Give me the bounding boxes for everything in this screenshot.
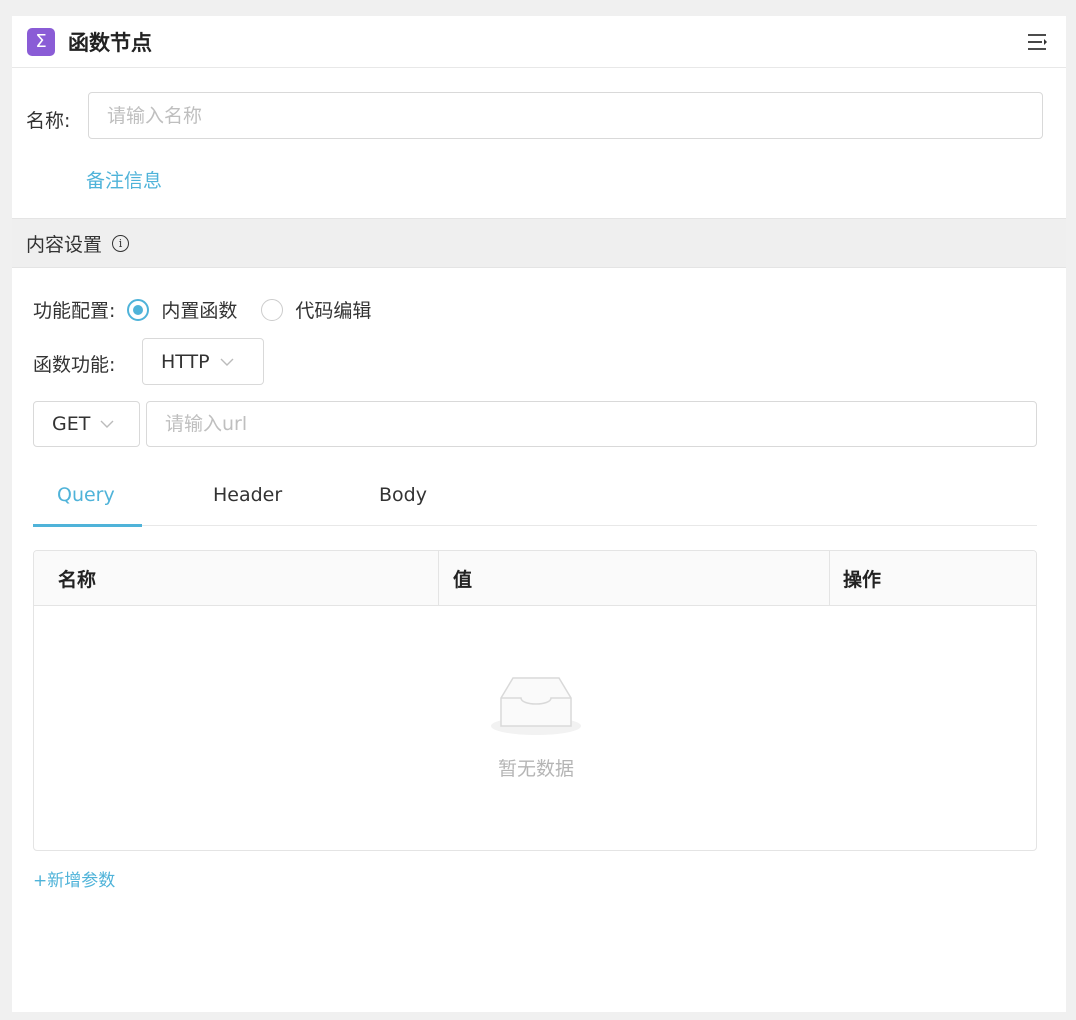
chevron-down-icon — [220, 358, 234, 366]
radio-code-edit[interactable] — [261, 298, 284, 321]
tab-body[interactable]: Body — [379, 484, 427, 506]
basic-info-section: 名称: — [12, 68, 1066, 218]
remark-link[interactable]: 备注信息 — [86, 166, 162, 193]
config-label: 功能配置: — [33, 300, 116, 322]
active-tab-indicator — [33, 524, 142, 527]
method-select-value: GET — [52, 413, 91, 435]
url-input[interactable] — [146, 401, 1037, 447]
radio-code-label[interactable]: 代码编辑 — [295, 296, 371, 323]
function-select-value: HTTP — [161, 350, 210, 373]
function-node-panel: Σ 函数节点 名称: 备注信息 内容设置 i 功能配置: 内置函数 代码编辑 函… — [12, 16, 1066, 1012]
table-header: 名称 值 操作 — [34, 551, 1036, 606]
collapse-menu-icon[interactable] — [1026, 30, 1050, 54]
param-tabs: Query Header Body — [33, 474, 1037, 527]
method-select[interactable]: GET — [33, 401, 140, 447]
function-label: 函数功能: — [33, 354, 116, 376]
function-select[interactable]: HTTP — [142, 338, 264, 385]
tab-query[interactable]: Query — [57, 484, 115, 506]
panel-title: 函数节点 — [68, 30, 152, 55]
info-icon[interactable]: i — [112, 234, 130, 252]
column-header-action: 操作 — [843, 569, 882, 591]
name-label: 名称: — [26, 110, 71, 132]
panel-header: Σ 函数节点 — [12, 16, 1066, 68]
name-input[interactable] — [88, 92, 1043, 139]
column-header-name: 名称 — [34, 551, 439, 606]
content-settings-header: 内容设置 i — [12, 218, 1066, 268]
add-param-link[interactable]: +新增参数 — [33, 866, 115, 891]
function-config-row: 功能配置: 内置函数 代码编辑 — [33, 296, 395, 323]
section-title: 内容设置 — [26, 233, 103, 256]
empty-state: 暂无数据 — [34, 606, 1036, 850]
chevron-down-icon — [100, 420, 114, 428]
tab-header[interactable]: Header — [213, 484, 282, 506]
column-header-value: 值 — [439, 551, 830, 606]
radio-builtin-function[interactable] — [127, 298, 150, 321]
sigma-icon: Σ — [27, 27, 55, 56]
radio-builtin-label[interactable]: 内置函数 — [161, 296, 237, 323]
empty-text: 暂无数据 — [497, 758, 574, 780]
empty-inbox-icon — [491, 677, 581, 735]
params-table: 名称 值 操作 暂无数据 — [33, 550, 1037, 851]
